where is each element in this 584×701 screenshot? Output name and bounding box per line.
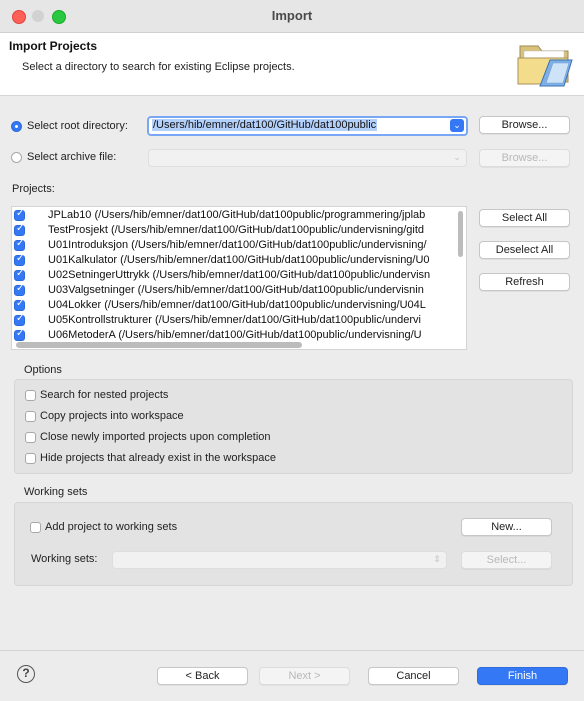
refresh-button[interactable]: Refresh [479, 273, 570, 291]
project-checkbox[interactable] [14, 298, 25, 311]
archive-file-radio[interactable] [11, 152, 22, 163]
folder-icon [516, 38, 576, 88]
page-title: Import Projects [9, 39, 98, 53]
project-label: JPLab10 (/Users/hib/emner/dat100/GitHub/… [48, 209, 426, 221]
option-checkbox[interactable] [25, 453, 36, 464]
option-label: Search for nested projects [40, 389, 169, 401]
working-sets-dropdown-icon: ⇕ [433, 554, 441, 564]
window-title: Import [271, 8, 313, 23]
add-working-sets-label: Add project to working sets [45, 521, 178, 533]
project-checkbox[interactable] [14, 313, 25, 326]
finish-button[interactable]: Finish [477, 667, 568, 685]
working-sets-field-label: Working sets: [31, 553, 98, 565]
page-subtitle: Select a directory to search for existin… [22, 61, 295, 73]
project-label: U05Kontrollstrukturer (/Users/hib/emner/… [48, 314, 421, 326]
project-row[interactable]: U04Lokker (/Users/hib/emner/dat100/GitHu… [12, 298, 456, 314]
project-row[interactable]: U02SetningerUttrykk (/Users/hib/emner/da… [12, 268, 456, 284]
add-working-sets-checkbox[interactable] [30, 522, 41, 533]
browse-archive-button[interactable]: Browse... [479, 149, 570, 167]
project-label: TestProsjekt (/Users/hib/emner/dat100/Gi… [48, 224, 425, 236]
project-label: U06MetoderA (/Users/hib/emner/dat100/Git… [48, 329, 422, 341]
cancel-button[interactable]: Cancel [368, 667, 459, 685]
archive-file-label: Select archive file: [27, 151, 117, 163]
archive-dropdown-icon: ⌄ [453, 152, 461, 162]
footer-separator [0, 650, 584, 651]
project-checkbox[interactable] [14, 268, 25, 281]
browse-root-button[interactable]: Browse... [479, 116, 570, 134]
archive-file-combo[interactable]: ⌄ [148, 149, 467, 167]
project-label: U01Introduksjon (/Users/hib/emner/dat100… [48, 239, 427, 251]
back-button[interactable]: < Back [157, 667, 248, 685]
project-checkbox[interactable] [14, 253, 25, 266]
option-label: Close newly imported projects upon compl… [40, 431, 271, 443]
project-checkbox[interactable] [14, 208, 25, 221]
root-directory-value: /Users/hib/emner/dat100/GitHub/dat100pub… [152, 119, 378, 131]
option-checkbox[interactable] [25, 390, 36, 401]
project-label: U03Valgsetninger (/Users/hib/emner/dat10… [48, 284, 424, 296]
project-label: U01Kalkulator (/Users/hib/emner/dat100/G… [48, 254, 430, 266]
horizontal-scrollbar[interactable] [16, 342, 302, 348]
project-row[interactable]: TestProsjekt (/Users/hib/emner/dat100/Gi… [12, 223, 456, 239]
new-working-set-button[interactable]: New... [461, 518, 552, 536]
root-directory-radio[interactable] [11, 121, 22, 132]
root-directory-label: Select root directory: [27, 120, 128, 132]
root-directory-combo[interactable]: /Users/hib/emner/dat100/GitHub/dat100pub… [147, 116, 468, 136]
project-row[interactable]: JPLab10 (/Users/hib/emner/dat100/GitHub/… [12, 208, 456, 224]
option-label: Hide projects that already exist in the … [40, 452, 277, 464]
working-sets-group [14, 502, 573, 586]
option-label: Copy projects into workspace [40, 410, 184, 422]
project-checkbox[interactable] [14, 283, 25, 296]
project-row[interactable]: U05Kontrollstrukturer (/Users/hib/emner/… [12, 313, 456, 329]
project-row[interactable]: U03Valgsetninger (/Users/hib/emner/dat10… [12, 283, 456, 299]
next-button[interactable]: Next > [259, 667, 350, 685]
project-checkbox[interactable] [14, 238, 25, 251]
projects-label: Projects: [12, 183, 55, 195]
project-label: U02SetningerUttrykk (/Users/hib/emner/da… [48, 269, 431, 281]
combo-dropdown-icon[interactable]: ⌄ [450, 119, 464, 132]
deselect-all-button[interactable]: Deselect All [479, 241, 570, 259]
select-all-button[interactable]: Select All [479, 209, 570, 227]
options-label: Options [24, 364, 62, 376]
project-row[interactable]: U01Kalkulator (/Users/hib/emner/dat100/G… [12, 253, 456, 269]
project-row[interactable]: U01Introduksjon (/Users/hib/emner/dat100… [12, 238, 456, 254]
projects-list[interactable]: JPLab10 (/Users/hib/emner/dat100/GitHub/… [11, 206, 467, 350]
vertical-scrollbar[interactable] [458, 211, 463, 257]
working-sets-label: Working sets [24, 486, 88, 498]
project-checkbox[interactable] [14, 328, 25, 341]
project-checkbox[interactable] [14, 223, 25, 236]
working-sets-combo[interactable]: ⇕ [112, 551, 447, 569]
select-working-sets-button[interactable]: Select... [461, 551, 552, 569]
option-checkbox[interactable] [25, 411, 36, 422]
project-label: U04Lokker (/Users/hib/emner/dat100/GitHu… [48, 299, 426, 311]
help-icon[interactable]: ? [17, 665, 35, 683]
option-checkbox[interactable] [25, 432, 36, 443]
